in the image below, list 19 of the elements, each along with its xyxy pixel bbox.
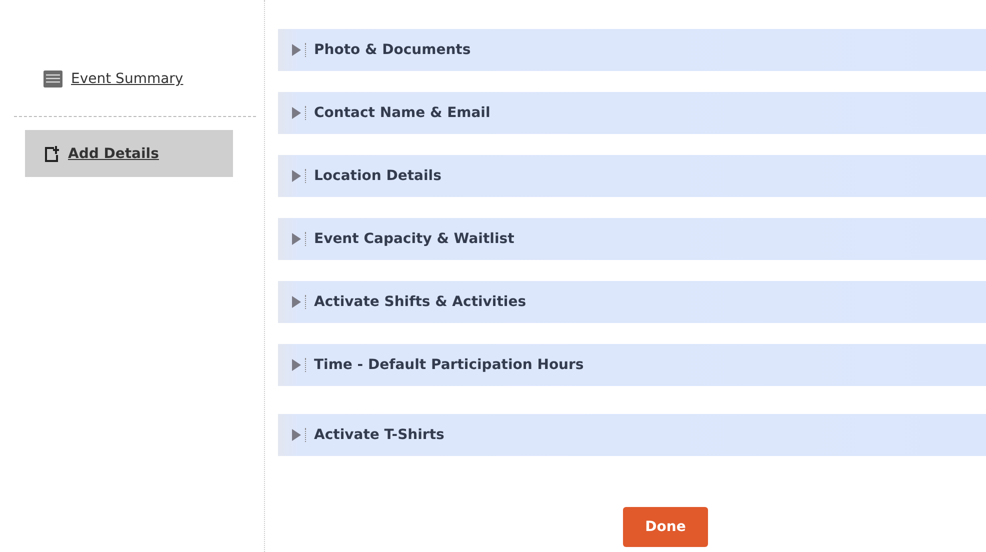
section-title: Time - Default Participation Hours [314,357,584,373]
section-title: Activate T-Shirts [314,427,444,443]
section-header[interactable]: Location Details [278,155,986,197]
section-title: Event Capacity & Waitlist [314,231,514,247]
section-title: Contact Name & Email [314,105,490,121]
list-icon [43,70,63,88]
section-header[interactable]: Activate Shifts & Activities [278,281,986,323]
section-title: Photo & Documents [314,42,471,58]
section-header[interactable]: Activate T-Shirts [278,414,986,456]
section-header[interactable]: Contact Name & Email [278,92,986,134]
section-header[interactable]: Event Capacity & Waitlist [278,218,986,260]
section-title: Location Details [314,168,442,184]
add-page-icon [43,144,60,162]
sidebar-item[interactable]: Add Details [25,130,233,177]
section-title: Activate Shifts & Activities [314,294,526,310]
section-header[interactable]: Photo & Documents [278,29,986,71]
sidebar-item[interactable]: Event Summary [0,59,264,99]
section-header[interactable]: Time - Default Participation Hours [278,344,986,386]
done-button[interactable]: Done [623,507,708,547]
